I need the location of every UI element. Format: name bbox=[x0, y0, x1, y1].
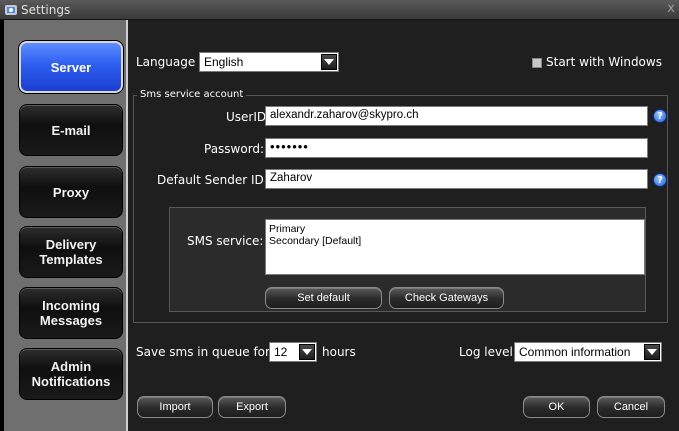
default-sender-input[interactable]: Zaharov bbox=[265, 169, 648, 189]
sidebar-item-delivery-templates[interactable]: Delivery Templates bbox=[19, 226, 123, 278]
help-icon[interactable]: ? bbox=[653, 173, 667, 187]
server-settings-panel: Language English Start with Windows Sms … bbox=[128, 20, 679, 431]
sidebar: Server E-mail Proxy Delivery Templates I… bbox=[4, 20, 126, 431]
chevron-down-icon[interactable] bbox=[321, 54, 337, 70]
queue-unit-label: hours bbox=[322, 345, 356, 359]
list-item[interactable]: Secondary [Default] bbox=[269, 235, 641, 247]
queue-hours-select[interactable]: 12 bbox=[269, 342, 317, 362]
userid-label: UserID: bbox=[226, 110, 271, 124]
app-icon bbox=[5, 5, 17, 15]
settings-window: Settings x Server E-mail Proxy Delivery … bbox=[0, 0, 679, 431]
queue-label: Save sms in queue for bbox=[136, 345, 270, 359]
sidebar-item-incoming-messages[interactable]: Incoming Messages bbox=[19, 287, 123, 339]
list-item[interactable]: Primary bbox=[269, 223, 641, 235]
start-with-windows-checkbox[interactable] bbox=[532, 58, 542, 68]
sms-service-label: SMS service: bbox=[187, 234, 264, 248]
import-button[interactable]: Import bbox=[137, 396, 213, 418]
sidebar-item-admin-notifications[interactable]: Admin Notifications bbox=[19, 348, 123, 400]
sidebar-item-server[interactable]: Server bbox=[19, 41, 123, 93]
set-default-button[interactable]: Set default bbox=[265, 287, 382, 309]
log-level-select[interactable]: Common information bbox=[514, 342, 662, 362]
password-input[interactable]: ••••••• bbox=[265, 138, 648, 158]
title-bar[interactable]: Settings x bbox=[0, 0, 679, 20]
window-title: Settings bbox=[21, 3, 71, 17]
userid-input[interactable]: alexandr.zaharov@skypro.ch bbox=[265, 106, 648, 126]
help-icon[interactable]: ? bbox=[653, 109, 667, 123]
close-icon[interactable]: x bbox=[667, 1, 675, 16]
language-label: Language bbox=[136, 55, 196, 69]
sidebar-item-proxy[interactable]: Proxy bbox=[19, 166, 123, 218]
chevron-down-icon[interactable] bbox=[299, 344, 315, 360]
ok-button[interactable]: OK bbox=[523, 396, 590, 418]
sms-service-list[interactable]: Primary Secondary [Default] bbox=[265, 219, 645, 275]
language-value: English bbox=[204, 55, 244, 69]
queue-hours-value: 12 bbox=[274, 345, 288, 359]
chevron-down-icon[interactable] bbox=[644, 344, 660, 360]
cancel-button[interactable]: Cancel bbox=[597, 396, 665, 418]
export-button[interactable]: Export bbox=[218, 396, 286, 418]
log-level-label: Log level bbox=[459, 345, 513, 359]
sms-account-group-label: Sms service account bbox=[137, 89, 247, 100]
sidebar-item-email[interactable]: E-mail bbox=[19, 104, 123, 156]
password-label: Password: bbox=[204, 142, 265, 156]
log-level-value: Common information bbox=[519, 345, 631, 359]
default-sender-label: Default Sender ID: bbox=[157, 173, 268, 187]
check-gateways-button[interactable]: Check Gateways bbox=[389, 287, 504, 309]
language-select[interactable]: English bbox=[199, 52, 339, 72]
start-with-windows-label: Start with Windows bbox=[546, 55, 662, 69]
